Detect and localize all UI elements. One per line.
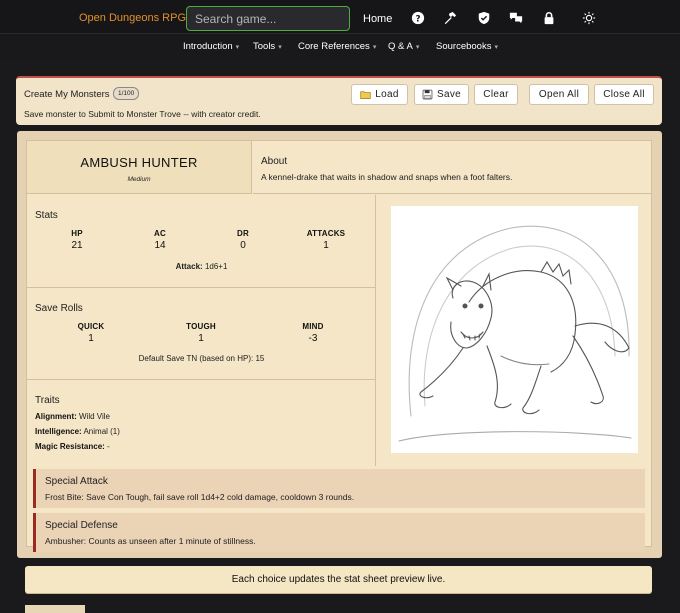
next-section-edge — [25, 605, 85, 613]
folder-icon — [360, 91, 371, 99]
stat-sheet-inner: AMBUSH HUNTER Medium About A kennel-drak… — [26, 140, 653, 552]
top-nav: Open Dungeons RPG™ Home ? — [0, 0, 680, 33]
save-rolls-title: Save Rolls — [35, 303, 83, 314]
create-monsters-panel: Create My Monsters 1/100 Save monster to… — [16, 76, 662, 125]
save-button[interactable]: Save — [414, 84, 469, 105]
stat-dr: DR 0 — [237, 229, 249, 251]
save-mind: MIND -3 — [302, 322, 324, 344]
live-preview-note: Each choice updates the stat sheet previ… — [25, 566, 652, 593]
stat-ac: AC 14 — [154, 229, 166, 251]
help-icon[interactable]: ? — [410, 10, 426, 26]
stats-title: Stats — [35, 210, 58, 221]
clear-button[interactable]: Clear — [474, 84, 518, 105]
count-badge: 1/100 — [113, 87, 140, 100]
name-box: AMBUSH HUNTER Medium — [27, 141, 252, 194]
traits-title: Traits — [35, 395, 60, 406]
subnav-sourcebooks[interactable]: Sourcebooks ▾ — [436, 41, 498, 52]
subnav-introduction[interactable]: Introduction ▾ — [183, 41, 239, 52]
trait-alignment: Alignment: Wild Vile — [35, 412, 110, 421]
about-title: About — [261, 156, 288, 167]
chat-icon[interactable] — [508, 10, 524, 26]
about-box: About A kennel-drake that waits in shado… — [253, 141, 651, 194]
special-defense-text: Ambusher: Counts as unseen after 1 minut… — [45, 536, 256, 546]
traits-section: Traits Alignment: Wild Vile Intelligence… — [27, 380, 376, 466]
save-rolls-section: Save Rolls QUICK 1 TOUGH 1 MIND -3 Defau… — [27, 288, 376, 380]
close-all-button[interactable]: Close All — [594, 84, 654, 105]
save-quick: QUICK 1 — [77, 322, 105, 344]
monster-name: AMBUSH HUNTER — [80, 155, 198, 170]
sun-icon[interactable] — [581, 10, 597, 26]
lock-icon[interactable] — [541, 10, 557, 26]
home-link[interactable]: Home — [363, 13, 392, 25]
panel-note: Save monster to Submit to Monster Trove … — [24, 109, 261, 119]
monster-image-box — [377, 195, 653, 466]
subnav-core-references[interactable]: Core References ▾ — [298, 41, 376, 52]
about-text: A kennel-drake that waits in shadow and … — [261, 172, 513, 182]
trait-magic-resistance: Magic Resistance: - — [35, 442, 110, 451]
monster-size: Medium — [127, 176, 151, 183]
shield-icon[interactable] — [476, 10, 492, 26]
panel-title: Create My Monsters — [24, 89, 110, 100]
load-button[interactable]: Load — [351, 84, 408, 105]
floppy-icon — [422, 89, 433, 100]
special-attack-title: Special Attack — [45, 476, 108, 487]
save-tough: TOUGH 1 — [186, 322, 216, 344]
hammer-icon[interactable] — [442, 10, 458, 26]
subnav-tools[interactable]: Tools ▾ — [253, 41, 282, 52]
stat-sheet: AMBUSH HUNTER Medium About A kennel-drak… — [17, 131, 662, 558]
search-input[interactable] — [186, 6, 350, 31]
subnav-qa[interactable]: Q & A ▾ — [388, 41, 419, 52]
stats-section: Stats HP 21 AC 14 DR 0 ATTACKS 1 Attack:… — [27, 195, 376, 288]
special-attack-text: Frost Bite: Save Con Tough, fail save ro… — [45, 492, 355, 502]
caret-down-icon: ▾ — [372, 44, 377, 51]
caret-down-icon: ▾ — [415, 44, 420, 51]
open-all-button[interactable]: Open All — [529, 84, 589, 105]
trait-intelligence: Intelligence: Animal (1) — [35, 427, 120, 436]
special-attack-block: Special Attack Frost Bite: Save Con Toug… — [33, 469, 645, 508]
monster-portrait — [391, 206, 638, 453]
sub-nav: Introduction ▾ Tools ▾ Core References ▾ Q … — [0, 33, 680, 58]
brand-link[interactable]: Open Dungeons RPG™ — [79, 12, 197, 24]
caret-down-icon: ▾ — [494, 44, 498, 51]
caret-down-icon: ▾ — [235, 44, 240, 51]
special-defense-block: Special Defense Ambusher: Counts as unse… — [33, 513, 645, 552]
stat-attacks: ATTACKS 1 — [306, 229, 346, 251]
default-save-line: Default Save TN (based on HP): 15 — [138, 354, 265, 363]
special-defense-title: Special Defense — [45, 520, 118, 531]
svg-text:?: ? — [415, 15, 420, 25]
caret-down-icon: ▾ — [278, 44, 282, 51]
attack-line: Attack: 1d6+1 — [175, 262, 228, 271]
stat-hp: HP 21 — [71, 229, 83, 251]
